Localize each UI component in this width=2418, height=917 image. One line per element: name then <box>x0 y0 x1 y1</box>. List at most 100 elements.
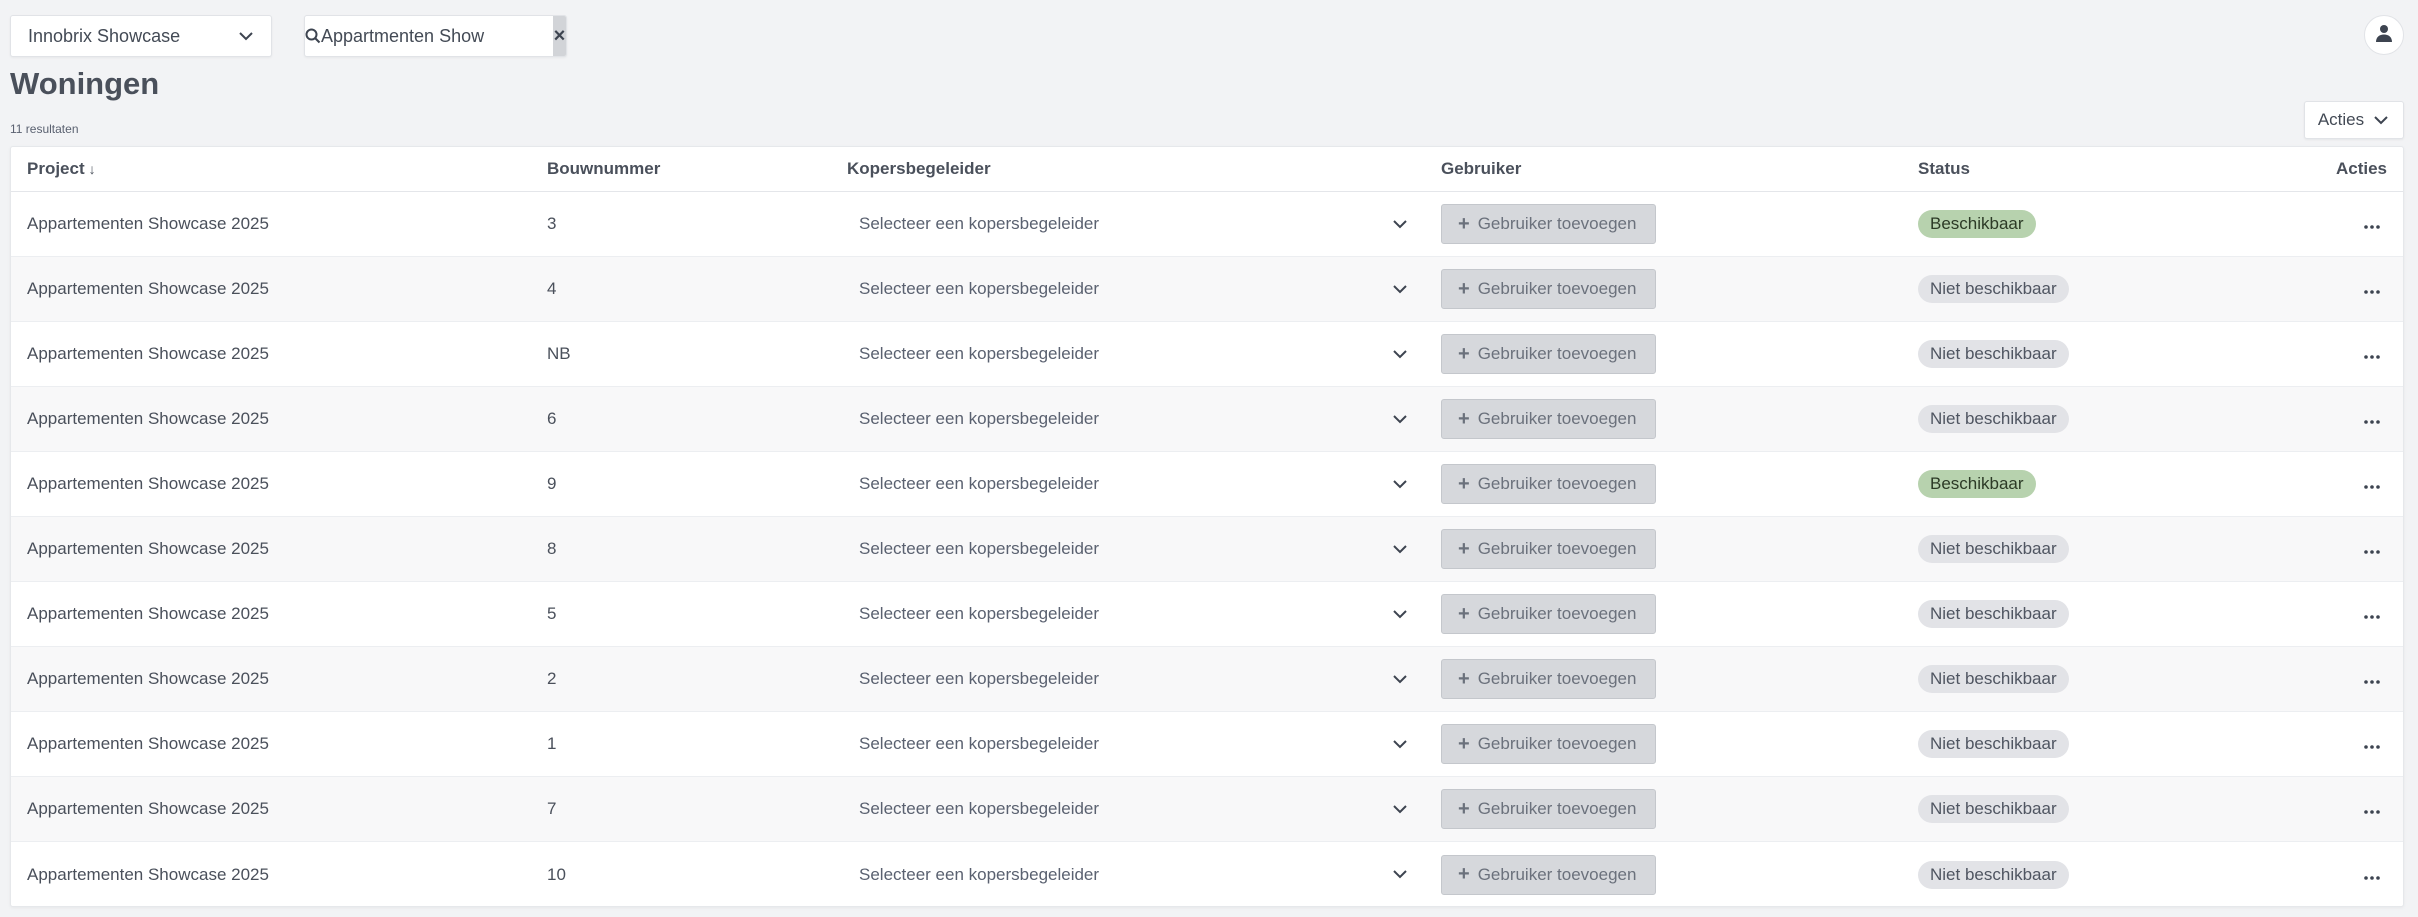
kopersbegeleider-select[interactable]: Selecteer een kopersbegeleider <box>847 855 1417 895</box>
status-cell: Beschikbaar <box>1918 470 2036 498</box>
more-actions-button[interactable] <box>2357 469 2387 499</box>
cell-project: Appartementen Showcase 2025 <box>27 279 269 298</box>
cell-project: Appartementen Showcase 2025 <box>27 864 269 884</box>
column-header-gebruiker[interactable]: Gebruiker <box>1441 159 1521 179</box>
kopersbegeleider-placeholder: Selecteer een kopersbegeleider <box>859 799 1100 818</box>
clear-search-button[interactable]: × <box>553 16 566 56</box>
kopersbegeleider-placeholder: Selecteer een kopersbegeleider <box>859 474 1100 493</box>
status-badge: Niet beschikbaar <box>1918 665 2069 693</box>
plus-icon: + <box>1458 863 1470 885</box>
search-input[interactable] <box>321 16 553 56</box>
add-user-button[interactable]: + Gebruiker toevoegen <box>1441 464 1656 504</box>
table-row: Appartementen Showcase 2025 8 Selecteer … <box>11 517 2403 582</box>
kopersbegeleider-select[interactable]: Selecteer een kopersbegeleider <box>847 594 1417 634</box>
chevron-down-icon <box>1391 475 1409 493</box>
plus-icon: + <box>1458 212 1470 235</box>
kopersbegeleider-select[interactable]: Selecteer een kopersbegeleider <box>847 529 1417 569</box>
chevron-down-icon <box>1391 866 1409 884</box>
status-cell: Niet beschikbaar <box>1918 340 2069 368</box>
more-actions-button[interactable] <box>2357 274 2387 304</box>
search-icon <box>305 28 321 44</box>
kopersbegeleider-select[interactable]: Selecteer een kopersbegeleider <box>847 204 1417 244</box>
more-actions-button[interactable] <box>2357 339 2387 369</box>
plus-icon: + <box>1458 797 1470 820</box>
status-badge: Niet beschikbaar <box>1918 340 2069 368</box>
status-cell: Beschikbaar <box>1918 210 2036 238</box>
sort-arrow-icon: ↓ <box>88 161 96 177</box>
add-user-label: Gebruiker toevoegen <box>1477 474 1637 493</box>
kopersbegeleider-select[interactable]: Selecteer een kopersbegeleider <box>847 464 1417 504</box>
add-user-label: Gebruiker toevoegen <box>1477 604 1637 623</box>
plus-icon: + <box>1458 277 1470 300</box>
user-avatar-button[interactable] <box>2364 15 2404 55</box>
more-actions-button[interactable] <box>2357 794 2387 824</box>
status-cell: Niet beschikbaar <box>1918 535 2069 563</box>
status-cell: Niet beschikbaar <box>1918 860 2069 889</box>
more-horizontal-icon <box>2364 865 2380 885</box>
add-user-button[interactable]: + Gebruiker toevoegen <box>1441 204 1656 244</box>
add-user-label: Gebruiker toevoegen <box>1477 344 1637 363</box>
kopersbegeleider-select[interactable]: Selecteer een kopersbegeleider <box>847 789 1417 829</box>
status-badge: Niet beschikbaar <box>1918 405 2069 433</box>
more-actions-button[interactable] <box>2357 729 2387 759</box>
more-horizontal-icon <box>2364 539 2380 559</box>
more-actions-button[interactable] <box>2357 209 2387 239</box>
status-cell: Niet beschikbaar <box>1918 795 2069 823</box>
status-badge: Niet beschikbaar <box>1918 860 2069 889</box>
add-user-button[interactable]: + Gebruiker toevoegen <box>1441 724 1656 764</box>
status-badge: Niet beschikbaar <box>1918 275 2069 303</box>
column-header-project[interactable]: Project ↓ <box>27 159 96 179</box>
plus-icon: + <box>1458 472 1470 495</box>
more-actions-button[interactable] <box>2357 534 2387 564</box>
table-body: Appartementen Showcase 2025 3 Selecteer … <box>11 192 2403 906</box>
table-row: Appartementen Showcase 2025 2 Selecteer … <box>11 647 2403 712</box>
kopersbegeleider-placeholder: Selecteer een kopersbegeleider <box>859 344 1100 363</box>
chevron-down-icon <box>1391 605 1409 623</box>
project-select-value: Innobrix Showcase <box>28 25 181 46</box>
column-header-bouwnummer[interactable]: Bouwnummer <box>547 159 660 179</box>
kopersbegeleider-select[interactable]: Selecteer een kopersbegeleider <box>847 659 1417 699</box>
actions-dropdown-button[interactable]: Acties <box>2304 101 2404 139</box>
add-user-button[interactable]: + Gebruiker toevoegen <box>1441 399 1656 439</box>
add-user-button[interactable]: + Gebruiker toevoegen <box>1441 529 1656 569</box>
column-header-kopersbegeleider[interactable]: Kopersbegeleider <box>847 159 991 179</box>
add-user-button[interactable]: + Gebruiker toevoegen <box>1441 789 1656 829</box>
plus-icon: + <box>1458 342 1470 365</box>
chevron-down-icon <box>2372 111 2390 129</box>
kopersbegeleider-select[interactable]: Selecteer een kopersbegeleider <box>847 334 1417 374</box>
more-horizontal-icon <box>2364 279 2380 299</box>
project-select[interactable]: Innobrix Showcase <box>10 15 272 57</box>
cell-bouwnummer: 8 <box>547 539 557 558</box>
more-actions-button[interactable] <box>2357 599 2387 629</box>
cell-bouwnummer: 5 <box>547 604 557 623</box>
cell-bouwnummer: 1 <box>547 734 557 753</box>
kopersbegeleider-select[interactable]: Selecteer een kopersbegeleider <box>847 724 1417 764</box>
chevron-down-icon <box>1391 800 1409 818</box>
more-horizontal-icon <box>2364 344 2380 364</box>
kopersbegeleider-select[interactable]: Selecteer een kopersbegeleider <box>847 269 1417 309</box>
cell-bouwnummer: 3 <box>547 214 557 233</box>
actions-dropdown-label: Acties <box>2317 110 2365 129</box>
cell-project: Appartementen Showcase 2025 <box>27 344 269 363</box>
more-horizontal-icon <box>2364 669 2380 689</box>
add-user-button[interactable]: + Gebruiker toevoegen <box>1441 269 1656 309</box>
add-user-button[interactable]: + Gebruiker toevoegen <box>1441 334 1656 374</box>
status-cell: Niet beschikbaar <box>1918 275 2069 303</box>
more-actions-button[interactable] <box>2357 664 2387 694</box>
kopersbegeleider-select[interactable]: Selecteer een kopersbegeleider <box>847 399 1417 439</box>
column-header-status[interactable]: Status <box>1918 159 1970 179</box>
top-bar: Innobrix Showcase × <box>0 0 2418 70</box>
more-horizontal-icon <box>2364 214 2380 234</box>
add-user-button[interactable]: + Gebruiker toevoegen <box>1441 854 1656 895</box>
cell-bouwnummer: 10 <box>547 864 566 884</box>
more-actions-button[interactable] <box>2357 860 2387 890</box>
add-user-button[interactable]: + Gebruiker toevoegen <box>1441 594 1656 634</box>
status-cell: Niet beschikbaar <box>1918 600 2069 628</box>
more-actions-button[interactable] <box>2357 404 2387 434</box>
table-row: Appartementen Showcase 2025 7 Selecteer … <box>11 777 2403 842</box>
cell-project: Appartementen Showcase 2025 <box>27 474 269 493</box>
table-row: Appartementen Showcase 2025 NB Selecteer… <box>11 322 2403 387</box>
chevron-down-icon <box>1391 215 1409 233</box>
cell-bouwnummer: 6 <box>547 409 557 428</box>
add-user-button[interactable]: + Gebruiker toevoegen <box>1441 659 1656 699</box>
